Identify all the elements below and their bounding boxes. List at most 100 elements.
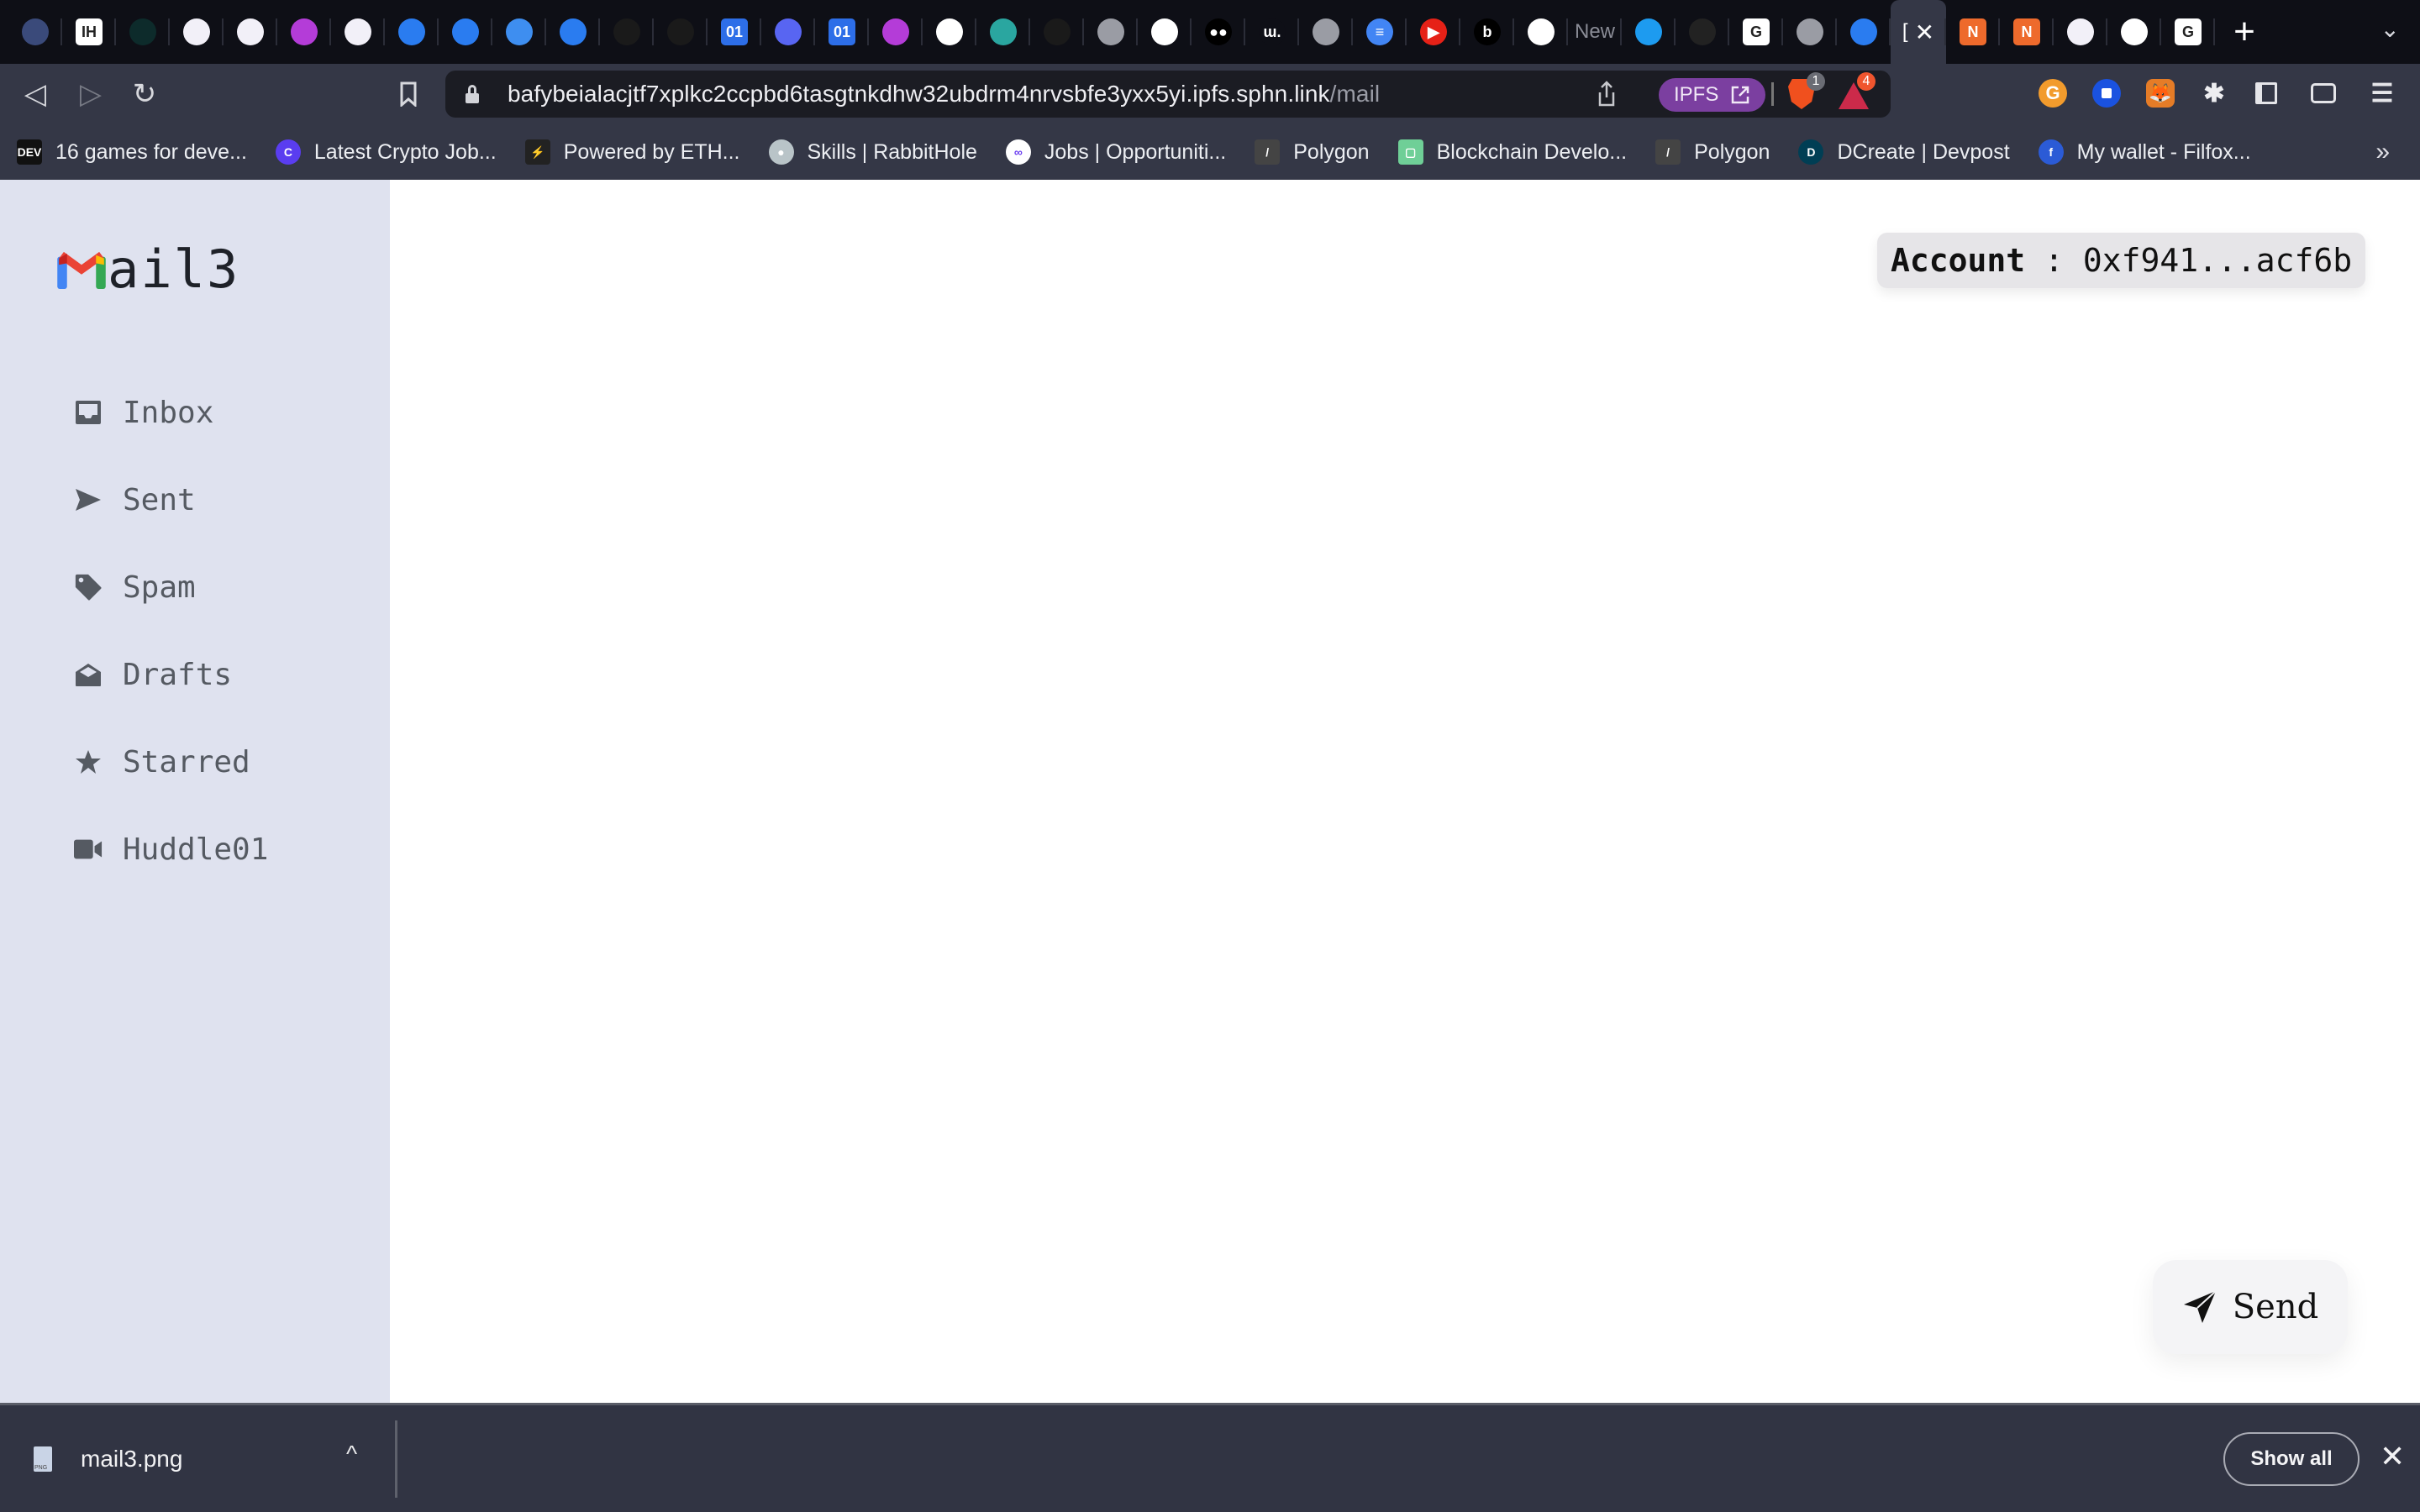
send-button[interactable]: Send: [2153, 1260, 2348, 1354]
gitcoin-icon[interactable]: G: [2039, 79, 2067, 108]
menu-icon[interactable]: ☰: [2368, 79, 2396, 108]
extensions-puzzle-icon[interactable]: ✱: [2200, 79, 2228, 108]
bookmarks-overflow-button[interactable]: »: [2375, 138, 2390, 166]
browser-tab[interactable]: ≡: [1353, 0, 1407, 64]
browser-tab[interactable]: [1084, 0, 1138, 64]
coinbase-icon[interactable]: [2092, 79, 2121, 108]
sidebar-item-huddle01[interactable]: Huddle01: [74, 806, 268, 893]
rewards-count-badge: 4: [1857, 72, 1876, 91]
browser-tab[interactable]: N: [2000, 0, 2054, 64]
close-shelf-button[interactable]: ✕: [2380, 1439, 2405, 1474]
browser-tab[interactable]: [600, 0, 654, 64]
browser-tab[interactable]: [1030, 0, 1084, 64]
sidebar-item-drafts[interactable]: Drafts: [74, 631, 268, 718]
browser-tab[interactable]: [439, 0, 492, 64]
back-button[interactable]: ◁: [18, 77, 52, 111]
browser-tab[interactable]: [170, 0, 224, 64]
browser-tab[interactable]: [1299, 0, 1353, 64]
sidebar-item-inbox[interactable]: Inbox: [74, 369, 268, 456]
reload-button[interactable]: ↻: [128, 77, 161, 111]
bookmark-item[interactable]: D DCreate | Devpost: [1798, 139, 2010, 165]
bookmark-label: Skills | RabbitHole: [807, 139, 977, 164]
show-all-button[interactable]: Show all: [2223, 1432, 2360, 1486]
sidebar-toggle-icon[interactable]: [2252, 79, 2281, 108]
browser-tab[interactable]: [116, 0, 170, 64]
browser-tab[interactable]: [1837, 0, 1891, 64]
tab-search-button[interactable]: ⌄: [2381, 15, 2400, 43]
twitter-icon: [1635, 18, 1662, 45]
medium-icon: ●●: [1205, 18, 1232, 45]
browser-tab[interactable]: [224, 0, 277, 64]
github-icon: [2121, 18, 2148, 45]
bookmark-page-button[interactable]: [392, 77, 425, 111]
url-text[interactable]: bafybeialacjtf7xplkc2ccpbd6tasgtnkdhw32u…: [508, 81, 1380, 108]
new-tab-button[interactable]: +: [2215, 0, 2274, 64]
huddle-icon: 01: [721, 18, 748, 45]
bookmark-item[interactable]: ▢ Blockchain Develo...: [1397, 139, 1627, 165]
bookmark-item[interactable]: ∞ Jobs | Opportuniti...: [1005, 139, 1226, 165]
browser-tab[interactable]: [654, 0, 708, 64]
browser-tab[interactable]: [546, 0, 600, 64]
browser-tab[interactable]: ●●: [1192, 0, 1245, 64]
w-icon: ɯ.: [1259, 18, 1286, 45]
browser-tab[interactable]: New: [1568, 0, 1622, 64]
bookmark-item[interactable]: DEV 16 games for deve...: [17, 139, 247, 165]
browser-tab[interactable]: [1676, 0, 1729, 64]
active-tab[interactable]: [✕: [1891, 0, 1946, 64]
mail-icon: [506, 18, 533, 45]
bookmark-item[interactable]: C Latest Crypto Job...: [275, 139, 497, 165]
browser-tab[interactable]: G: [1729, 0, 1783, 64]
cryptojobs-icon: C: [275, 139, 301, 165]
mail3-logo[interactable]: ail3: [57, 239, 239, 300]
bookmarks-bar: DEV 16 games for deve... C Latest Crypto Jo…: [0, 124, 2420, 180]
browser-tab[interactable]: 01: [708, 0, 761, 64]
star-icon: [74, 748, 103, 776]
google-icon: G: [1743, 18, 1770, 45]
download-item[interactable]: mail3.png: [34, 1405, 182, 1512]
bookmark-item[interactable]: f My wallet - Filfox...: [2038, 139, 2251, 165]
browser-tab[interactable]: [2054, 0, 2107, 64]
bookmark-item[interactable]: / Polygon: [1655, 139, 1770, 165]
browser-tab[interactable]: [869, 0, 923, 64]
wallet-icon[interactable]: [2309, 79, 2338, 108]
bell-icon: [882, 18, 909, 45]
browser-tab[interactable]: N: [1946, 0, 2000, 64]
polygon-icon: /: [1655, 139, 1681, 165]
browser-tab[interactable]: [277, 0, 331, 64]
browser-tab[interactable]: G: [2161, 0, 2215, 64]
browser-tab[interactable]: [1514, 0, 1568, 64]
address-bar[interactable]: bafybeialacjtf7xplkc2ccpbd6tasgtnkdhw32u…: [445, 71, 1891, 118]
bookmark-item[interactable]: / Polygon: [1255, 139, 1370, 165]
browser-tab[interactable]: [385, 0, 439, 64]
bookmark-item[interactable]: ● Skills | RabbitHole: [768, 139, 977, 165]
sidebar-item-starred[interactable]: Starred: [74, 718, 268, 806]
browser-tab[interactable]: ɯ.: [1245, 0, 1299, 64]
share-button[interactable]: [1597, 81, 1617, 113]
browser-tab[interactable]: [1622, 0, 1676, 64]
ethereum-icon: [2067, 18, 2094, 45]
browser-tab[interactable]: 01: [815, 0, 869, 64]
browser-tab[interactable]: [8, 0, 62, 64]
browser-tab[interactable]: ▶: [1407, 0, 1460, 64]
browser-tab[interactable]: [923, 0, 976, 64]
browser-tab[interactable]: [492, 0, 546, 64]
browser-tab[interactable]: [331, 0, 385, 64]
forward-button[interactable]: ▷: [74, 77, 108, 111]
close-tab-icon[interactable]: ✕: [1915, 18, 1934, 46]
bookmark-item[interactable]: ⚡ Powered by ETH...: [524, 139, 740, 165]
sidebar-item-sent[interactable]: Sent: [74, 456, 268, 543]
tab-title: [: [1902, 20, 1908, 43]
browser-tab[interactable]: [2107, 0, 2161, 64]
browser-tab[interactable]: [1138, 0, 1192, 64]
browser-tab[interactable]: [1783, 0, 1837, 64]
browser-tab[interactable]: [976, 0, 1030, 64]
browser-tab[interactable]: IH: [62, 0, 116, 64]
browser-tab[interactable]: [761, 0, 815, 64]
ipfs-button[interactable]: IPFS: [1659, 78, 1766, 112]
sidebar-item-spam[interactable]: Spam: [74, 543, 268, 631]
browser-tab[interactable]: b: [1460, 0, 1514, 64]
shields-count-badge: 1: [1807, 72, 1825, 91]
metamask-icon[interactable]: 🦊: [2146, 79, 2175, 108]
rabbithole-icon: ●: [768, 139, 794, 165]
download-options-caret[interactable]: ^: [346, 1441, 357, 1467]
